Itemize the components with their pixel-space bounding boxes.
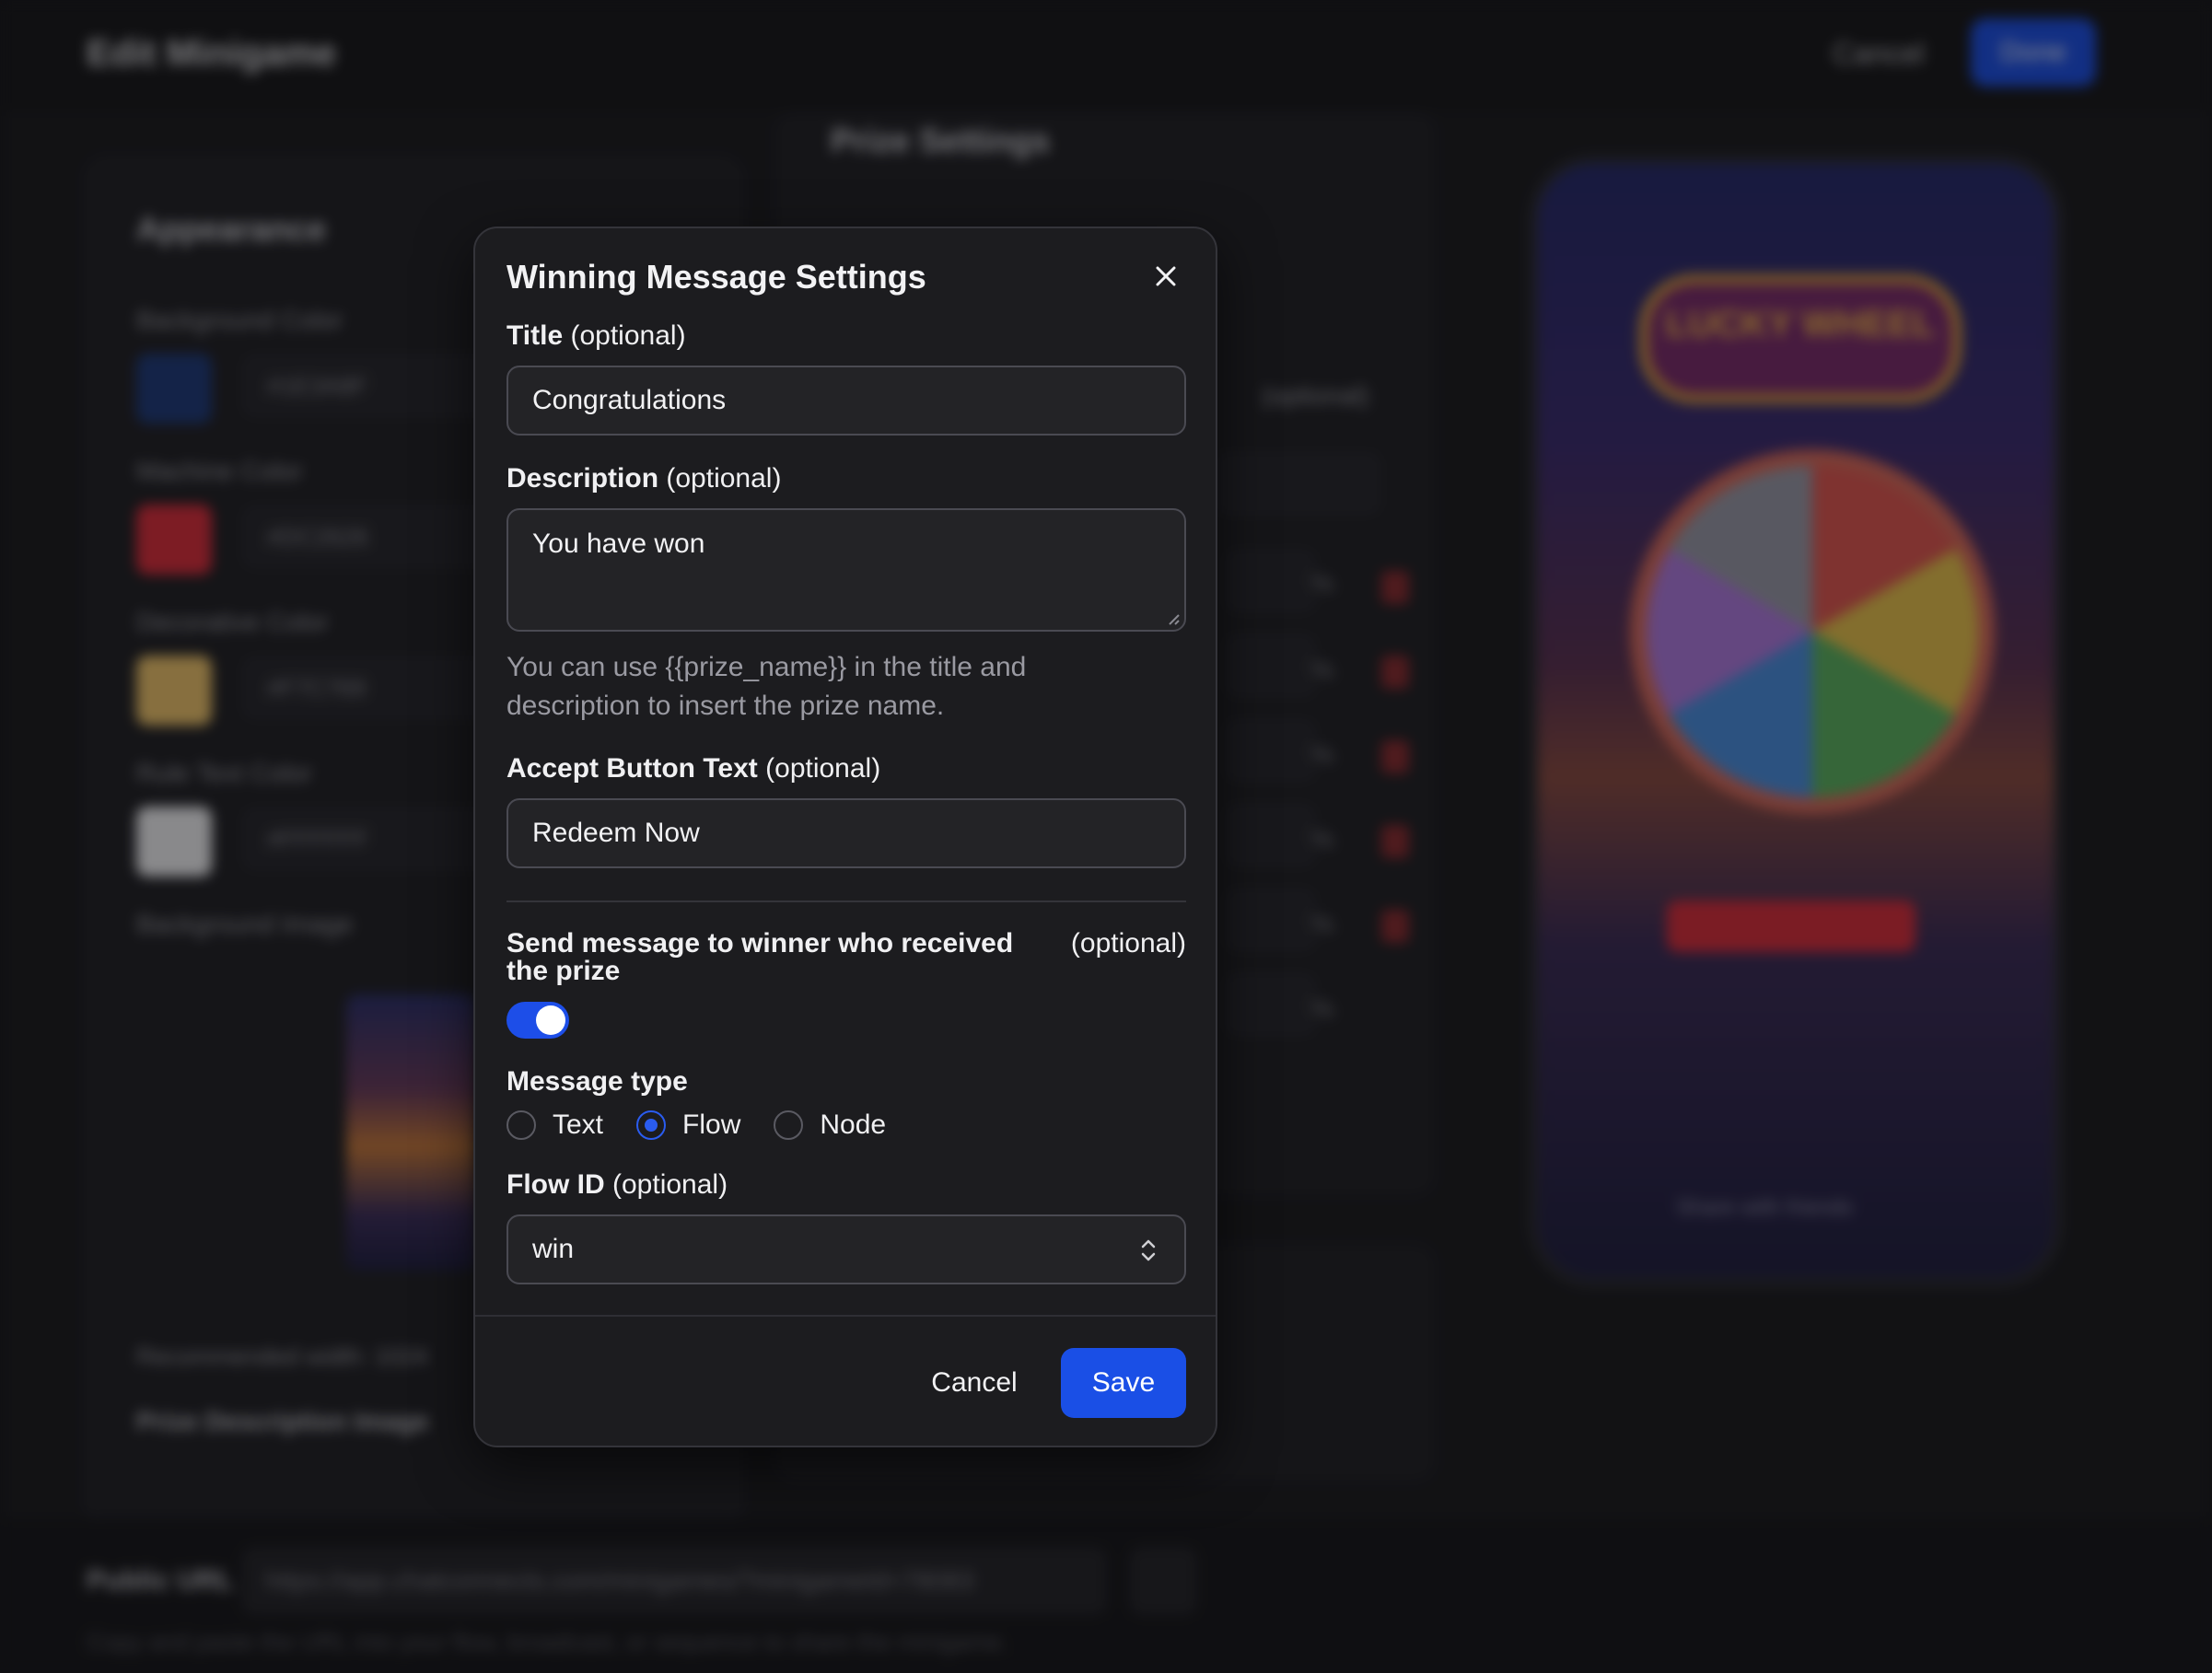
radio-flow[interactable]: Flow — [636, 1110, 740, 1141]
description-label-text: Description — [506, 463, 659, 494]
accept-label-text: Accept Button Text — [506, 753, 758, 784]
radio-circle — [774, 1110, 804, 1140]
chevron-up-down-icon — [1141, 1239, 1156, 1261]
radio-circle — [636, 1110, 667, 1140]
send-message-label-text: Send message to winner who received the … — [506, 928, 1014, 986]
message-type-radio-group: Text Flow Node — [506, 1107, 919, 1144]
accept-button-field-label: Accept Button Text (optional) — [506, 753, 880, 784]
flow-id-field-label: Flow ID (optional) — [506, 1169, 728, 1201]
cancel-button[interactable]: Cancel — [917, 1348, 1031, 1418]
radio-text[interactable]: Text — [506, 1110, 603, 1141]
description-value: You have won — [532, 529, 705, 559]
optional-tag: (optional) — [1070, 928, 1186, 958]
modal-title: Winning Message Settings — [506, 258, 926, 296]
radio-label: Node — [820, 1110, 887, 1140]
optional-tag: (optional) — [570, 320, 686, 351]
save-button[interactable]: Save — [1061, 1348, 1186, 1418]
footer-divider — [475, 1315, 1216, 1317]
accept-button-text-input[interactable]: Redeem Now — [506, 798, 1186, 868]
resize-handle-icon[interactable] — [1166, 611, 1181, 626]
send-message-label: Send message to winner who received the … — [506, 930, 1186, 985]
optional-tag: (optional) — [666, 463, 782, 494]
title-label-text: Title — [506, 320, 564, 351]
title-field-label: Title (optional) — [506, 320, 686, 352]
radio-label: Flow — [682, 1110, 741, 1140]
description-textarea[interactable]: You have won — [506, 508, 1186, 632]
optional-tag: (optional) — [765, 753, 881, 784]
optional-tag: (optional) — [612, 1169, 728, 1200]
flow-id-label-text: Flow ID — [506, 1169, 605, 1200]
radio-label: Text — [553, 1110, 604, 1140]
flow-id-select[interactable]: win — [506, 1214, 1186, 1284]
close-icon[interactable] — [1146, 256, 1186, 296]
description-field-label: Description (optional) — [506, 463, 781, 494]
flow-id-value: win — [532, 1234, 575, 1264]
winning-message-modal: Winning Message Settings Title (optional… — [473, 227, 1217, 1447]
title-input[interactable]: Congratulations — [506, 366, 1186, 436]
send-message-toggle[interactable] — [506, 1002, 569, 1039]
radio-node[interactable]: Node — [774, 1110, 886, 1141]
prize-name-hint: You can use {{prize_name}} in the title … — [506, 652, 1027, 721]
divider — [506, 900, 1186, 902]
page: Edit Minigame Cancel Done Appearance Bac… — [0, 0, 2212, 1673]
toggle-knob — [536, 1005, 565, 1035]
radio-circle — [506, 1110, 536, 1140]
message-type-label: Message type — [506, 1066, 688, 1097]
